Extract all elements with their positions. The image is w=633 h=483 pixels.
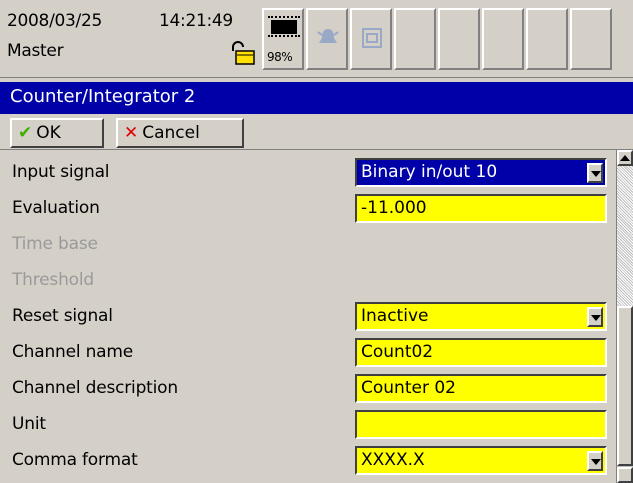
toolbar: ✔ OK ✕ Cancel	[0, 114, 633, 150]
scroll-thumb[interactable]	[617, 306, 633, 466]
time-base-label: Time base	[12, 234, 98, 254]
ok-label: OK	[36, 123, 61, 143]
memory-percent: 98%	[267, 50, 293, 64]
comma-format-row: Comma format XXXX.X	[0, 442, 616, 478]
comma-format-value: XXXX.X	[361, 450, 425, 470]
status-slot-8	[570, 8, 612, 70]
status-info: 2008/03/25 14:21:49 Master	[7, 5, 257, 73]
channel-name-label: Channel name	[12, 342, 134, 362]
scroll-down-icon[interactable]	[617, 467, 633, 483]
dropdown-arrow-icon[interactable]	[587, 451, 603, 471]
status-bar: 2008/03/25 14:21:49 Master 98%	[0, 0, 633, 78]
input-signal-value: Binary in/out 10	[361, 162, 498, 182]
channel-description-input[interactable]: Counter 02	[355, 374, 607, 403]
dropdown-arrow-icon[interactable]	[587, 307, 603, 327]
status-user: Master	[7, 41, 64, 61]
status-slot-4	[394, 8, 436, 70]
vertical-scrollbar[interactable]	[616, 150, 633, 483]
alarm-bell-icon	[317, 29, 339, 43]
status-slot-6	[482, 8, 524, 70]
unit-label: Unit	[12, 414, 46, 434]
reset-signal-select[interactable]: Inactive	[355, 302, 607, 331]
unit-row: Unit	[0, 406, 616, 442]
evaluation-label: Evaluation	[12, 198, 100, 218]
evaluation-input[interactable]: -11.000	[355, 194, 607, 223]
memory-card-indicator[interactable]: 98%	[262, 8, 304, 70]
dropdown-arrow-icon[interactable]	[587, 163, 603, 183]
scroll-track[interactable]	[617, 166, 633, 306]
settings-form: Input signal Binary in/out 10 Evaluation…	[0, 150, 616, 483]
alarm-bell-button[interactable]	[306, 8, 348, 70]
messages-button[interactable]	[350, 8, 392, 70]
comma-format-select[interactable]: XXXX.X	[355, 446, 607, 475]
threshold-label: Threshold	[12, 270, 94, 290]
dialog-title: Counter/Integrator 2	[0, 82, 633, 114]
status-slot-7	[526, 8, 568, 70]
x-icon: ✕	[124, 123, 139, 143]
reset-signal-value: Inactive	[361, 306, 429, 326]
cancel-label: Cancel	[142, 123, 200, 143]
time-base-row: Time base	[0, 226, 616, 262]
status-slot-5	[438, 8, 480, 70]
channel-name-row: Channel name Count02	[0, 334, 616, 370]
input-signal-row: Input signal Binary in/out 10	[0, 154, 616, 190]
reset-signal-row: Reset signal Inactive	[0, 298, 616, 334]
cancel-button[interactable]: ✕ Cancel	[116, 118, 244, 148]
reset-signal-label: Reset signal	[12, 306, 113, 326]
threshold-row: Threshold	[0, 262, 616, 298]
ok-button[interactable]: ✔ OK	[10, 118, 104, 148]
comma-format-label: Comma format	[12, 450, 138, 470]
evaluation-row: Evaluation -11.000	[0, 190, 616, 226]
message-list-icon	[362, 28, 382, 48]
channel-description-row: Channel description Counter 02	[0, 370, 616, 406]
status-time: 14:21:49	[159, 11, 233, 31]
unit-input[interactable]	[355, 410, 607, 439]
memory-chip-icon	[268, 16, 300, 37]
channel-description-label: Channel description	[12, 378, 178, 398]
input-signal-select[interactable]: Binary in/out 10	[355, 158, 607, 187]
channel-name-input[interactable]: Count02	[355, 338, 607, 367]
input-signal-label: Input signal	[12, 162, 110, 182]
scroll-up-icon[interactable]	[617, 150, 633, 166]
status-date: 2008/03/25	[7, 11, 102, 31]
unlock-icon	[232, 41, 255, 65]
checkmark-icon: ✔	[18, 123, 33, 143]
